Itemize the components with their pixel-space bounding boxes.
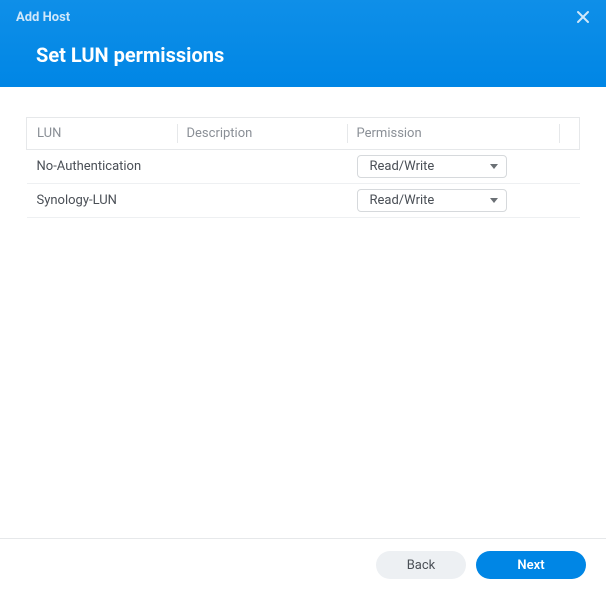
content-area: LUN Description Permission No-Authentica… xyxy=(0,87,606,538)
cell-description xyxy=(177,150,347,184)
table-row[interactable]: Synology-LUN Read/Write xyxy=(27,184,580,218)
next-button[interactable]: Next xyxy=(476,551,586,579)
permission-dropdown[interactable]: Read/Write xyxy=(357,155,507,178)
chevron-down-icon xyxy=(490,164,498,169)
column-header-description[interactable]: Description xyxy=(177,118,347,150)
cell-description xyxy=(177,184,347,218)
cell-permission: Read/Write xyxy=(347,184,560,218)
dropdown-value: Read/Write xyxy=(370,159,435,174)
back-button[interactable]: Back xyxy=(376,551,466,579)
close-icon[interactable] xyxy=(576,10,592,26)
page-title: Set LUN permissions xyxy=(16,43,590,71)
column-header-permission[interactable]: Permission xyxy=(347,118,560,150)
dialog-footer: Back Next xyxy=(0,538,606,591)
cell-lun: No-Authentication xyxy=(27,150,177,184)
lun-permissions-table: LUN Description Permission No-Authentica… xyxy=(26,117,580,218)
column-header-extra xyxy=(559,118,580,150)
window-title: Add Host xyxy=(16,10,590,25)
chevron-down-icon xyxy=(490,198,498,203)
permission-dropdown[interactable]: Read/Write xyxy=(357,189,507,212)
cell-permission: Read/Write xyxy=(347,150,560,184)
column-header-lun[interactable]: LUN xyxy=(27,118,177,150)
dropdown-value: Read/Write xyxy=(370,193,435,208)
dialog-header: Add Host Set LUN permissions xyxy=(0,0,606,87)
table-row[interactable]: No-Authentication Read/Write xyxy=(27,150,580,184)
cell-lun: Synology-LUN xyxy=(27,184,177,218)
